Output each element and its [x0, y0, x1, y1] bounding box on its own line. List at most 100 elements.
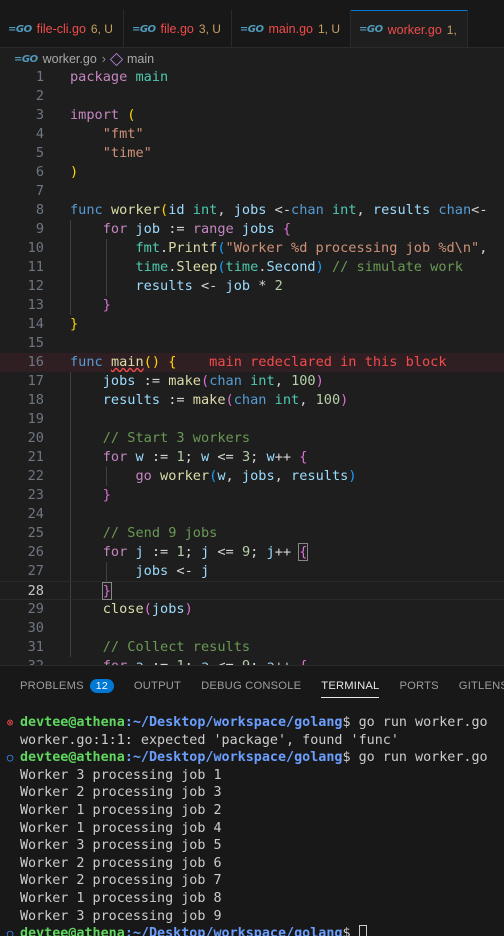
prompt-user: devtee@athena: [20, 750, 125, 766]
line-number: 18: [27, 392, 44, 408]
problems-count-badge: 12: [89, 678, 114, 693]
panel-tab-label: DEBUG CONSOLE: [201, 679, 302, 692]
error-circle-icon[interactable]: ⊗: [4, 714, 16, 731]
terminal-panel[interactable]: ⊗ devtee@athena:~/Desktop/workspace/golan…: [0, 705, 504, 936]
prompt-user: devtee@athena: [20, 715, 125, 730]
panel-tab-bar: PROBLEMS 12 OUTPUT DEBUG CONSOLE TERMINAL POR…: [0, 665, 504, 705]
code-line[interactable]: 21 for w := 1; w <= 3; w++ {: [0, 448, 504, 467]
panel-tab[interactable]: OUTPUT: [134, 666, 181, 705]
code-text: go worker(w, jobs, results): [135, 468, 357, 484]
go-file-icon: =GO: [14, 53, 38, 65]
code-text: package main: [70, 69, 169, 85]
prompt-path: :~/Desktop/workspace/golang: [124, 926, 343, 936]
breadcrumb-file[interactable]: worker.go: [43, 52, 97, 66]
panel-tab[interactable]: PROBLEMS 12: [20, 666, 114, 705]
code-line[interactable]: 9 for job := range jobs {: [0, 220, 504, 239]
line-number: 13: [27, 297, 44, 313]
terminal-output-line: Worker 2 processing job 6: [20, 855, 222, 871]
code-text: "fmt": [102, 126, 144, 142]
code-line[interactable]: 23 }: [0, 486, 504, 505]
code-line[interactable]: 25 // Send 9 jobs: [0, 524, 504, 543]
line-number: 29: [27, 601, 44, 617]
prompt-symbol: $: [342, 715, 351, 730]
code-line[interactable]: 11 time.Sleep(time.Second) // simulate w…: [0, 258, 504, 277]
line-number: 3: [35, 107, 44, 123]
terminal-prompt-line: devtee@athena:~/Desktop/workspace/golang…: [20, 925, 367, 936]
circle-icon[interactable]: ○: [4, 749, 16, 766]
line-number: 14: [27, 316, 44, 332]
line-number: 4: [35, 126, 44, 142]
line-number: 8: [35, 202, 44, 218]
line-number: 1: [35, 69, 44, 85]
editor-tab[interactable]: =GO file-cli.go 6, U: [0, 10, 124, 47]
panel-tab[interactable]: TERMINAL: [321, 666, 380, 705]
terminal-prompt-line: devtee@athena:~/Desktop/workspace/golang…: [20, 714, 488, 731]
code-line[interactable]: 6): [0, 163, 504, 182]
panel-tab[interactable]: DEBUG CONSOLE: [201, 666, 302, 705]
line-number: 20: [27, 430, 44, 446]
code-line[interactable]: 24: [0, 505, 504, 524]
tab-label: worker.go: [387, 22, 442, 37]
code-line[interactable]: 31 // Collect results: [0, 638, 504, 657]
line-number: 32: [0, 657, 44, 665]
code-line[interactable]: 5 "time": [0, 144, 504, 163]
panel-tab-label: GITLENS: [458, 679, 504, 692]
code-line[interactable]: 18 results := make(chan int, 100): [0, 391, 504, 410]
code-line[interactable]: 12 results <- job * 2: [0, 277, 504, 296]
code-line[interactable]: 22 go worker(w, jobs, results): [0, 467, 504, 486]
code-line[interactable]: 14}: [0, 315, 504, 334]
chevron-right-icon: ›: [101, 52, 106, 66]
code-line[interactable]: 2: [0, 87, 504, 106]
code-text: close(jobs): [102, 601, 193, 617]
code-line[interactable]: 26 for j := 1; j <= 9; j++ {: [0, 543, 504, 562]
code-line[interactable]: 10 fmt.Printf("Worker %d processing job …: [0, 239, 504, 258]
breadcrumb-symbol[interactable]: main: [127, 52, 154, 66]
line-number: 10: [27, 240, 44, 256]
tab-status: 1,: [446, 22, 457, 37]
terminal-command: [351, 926, 359, 936]
line-number: 23: [27, 487, 44, 503]
go-file-icon: =GO: [359, 24, 383, 35]
line-number: 12: [27, 278, 44, 294]
tab-label: file-cli.go: [36, 22, 86, 36]
code-line[interactable]: 4 "fmt": [0, 125, 504, 144]
panel-tab-label: PORTS: [399, 679, 439, 692]
editor-tab[interactable]: =GO main.go 1, U: [231, 10, 351, 47]
code-line[interactable]: 29 close(jobs): [0, 600, 504, 619]
line-number: 6: [35, 164, 44, 180]
code-line[interactable]: 27 jobs <- j: [0, 562, 504, 581]
tab-status: 1, U: [317, 22, 340, 36]
code-line[interactable]: 20 // Start 3 workers: [0, 429, 504, 448]
line-number: 27: [27, 563, 44, 579]
code-line[interactable]: 16 func main() { main redeclared in this …: [0, 353, 504, 372]
code-line[interactable]: 17 jobs := make(chan int, 100): [0, 372, 504, 391]
code-text: func main() { main redeclared in this bl…: [70, 354, 447, 370]
panel-tab[interactable]: PORTS: [399, 666, 439, 705]
code-text: "time": [102, 145, 152, 161]
code-line[interactable]: 3 import (: [0, 106, 504, 125]
code-line[interactable]: 7: [0, 182, 504, 201]
code-text: time.Sleep(time.Second) // simulate work: [135, 259, 463, 275]
code-text: fmt.Printf("Worker %d processing job %d\…: [135, 240, 496, 256]
editor-tab[interactable]: =GO file.go 3, U: [123, 10, 232, 47]
code-line[interactable]: 15: [0, 334, 504, 353]
code-line[interactable]: 13 }: [0, 296, 504, 315]
code-line[interactable]: 28 }: [0, 581, 504, 600]
code-line[interactable]: 8 func worker(id int, jobs <-chan int, re…: [0, 201, 504, 220]
code-text: // Start 3 workers: [102, 430, 251, 446]
code-line[interactable]: 32 for a := 1; a <= 9; a++ {: [0, 657, 504, 665]
circle-icon[interactable]: ○: [4, 925, 16, 936]
code-text: }: [102, 487, 111, 503]
code-line[interactable]: 19: [0, 410, 504, 429]
code-line[interactable]: 1 package main: [0, 68, 504, 87]
panel-tab[interactable]: GITLENS: [458, 666, 504, 705]
terminal-command: go run worker.go: [350, 715, 488, 730]
terminal-output-line: Worker 1 processing job 4: [20, 820, 222, 836]
code-line[interactable]: 30: [0, 619, 504, 638]
line-number: 28: [27, 583, 44, 599]
code-text: // Send 9 jobs: [102, 525, 218, 541]
line-number: 15: [27, 335, 44, 351]
terminal-cursor: [358, 925, 367, 936]
code-editor[interactable]: 1 package main 2 3 import (4 "fmt" 5 "time" 6)…: [0, 68, 504, 665]
editor-tab[interactable]: =GO worker.go 1,: [351, 10, 468, 47]
